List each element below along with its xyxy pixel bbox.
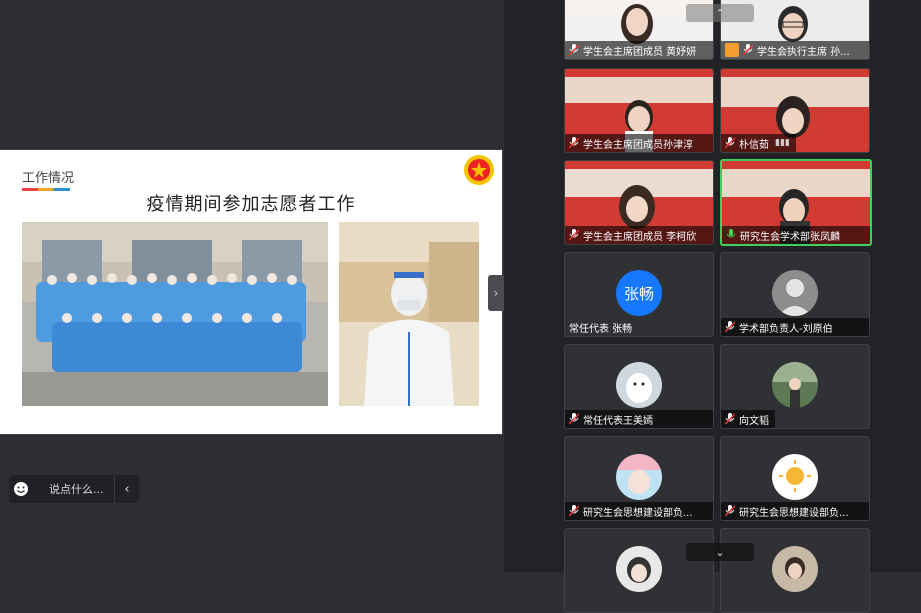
mic-muted-icon [569,44,579,56]
avatar: 张畅 [616,270,662,316]
participant-label: 学生会主席团成员孙津淳 [565,134,713,152]
participant-label: 研究生会学术部张凤麟 [722,226,870,244]
avatar [772,454,818,500]
avatar [772,546,818,592]
mic-muted-icon [569,413,579,425]
participant-tile[interactable]: 学术部负责人-刘原伯 [720,252,870,337]
avatar [616,546,662,592]
mic-active-icon [726,229,736,238]
main-stage: 工作情况 疫情期间参加志愿者工作 › 说点什么... ‹ [0,0,504,572]
participant-tile[interactable] [720,528,870,613]
participant-label: 常任代表王美嫣 [565,410,713,428]
mic-muted-icon [725,413,735,425]
participant-label: 朴信茹 ▮▮▮ [721,134,796,152]
emoji-icon[interactable] [9,475,33,503]
participant-label: 学生会执行主席 孙... [721,41,869,59]
youth-league-emblem-icon [464,155,494,185]
scroll-up-button[interactable]: ⌃ [686,4,754,22]
chat-bar: 说点什么... ‹ [9,475,139,503]
participant-tile[interactable]: 学生会主席团成员 李柯欣 [564,160,714,245]
avatar [772,362,818,408]
participant-label: 常任代表 张畅 [569,323,633,335]
panel-collapse-handle[interactable]: › [488,275,504,311]
participant-tile[interactable]: 学生会主席团成员孙津淳 [564,68,714,153]
participant-tile[interactable]: 常任代表王美嫣 [564,344,714,429]
participant-panel: 学生会主席团成员 黄妤妍 学生会执行主席 孙... 学生会主席团成员孙津淳 朴信… [504,0,921,613]
chat-input[interactable]: 说点什么... [49,481,104,497]
participant-tile[interactable]: 研究生会思想建设部负... [564,436,714,521]
participant-label: 学生会主席团成员 黄妤妍 [565,41,713,59]
mic-muted-icon [725,137,735,149]
chevron-left-icon[interactable]: ‹ [114,475,139,503]
mic-muted-icon [725,321,735,333]
participant-label: 学术部负责人-刘原伯 [721,318,869,336]
participant-tile[interactable]: 研究生会思想建设部负... [720,436,870,521]
participant-label: 研究生会思想建设部负... [721,502,869,520]
shared-slide: 工作情况 疫情期间参加志愿者工作 [0,150,502,434]
slide-title: 疫情期间参加志愿者工作 [146,194,356,215]
participant-tile[interactable]: 向文韬 [720,344,870,429]
mic-muted-icon [743,44,753,56]
participant-label: 学生会主席团成员 李柯欣 [565,226,713,244]
avatar [616,362,662,408]
participant-label: 向文韬 [721,410,775,428]
participant-tile[interactable] [564,528,714,613]
mic-muted-icon [569,505,579,517]
participant-tile[interactable]: 朴信茹 ▮▮▮ [720,68,870,153]
signal-icon: ▮▮▮ [775,138,790,148]
host-icon [725,43,739,57]
avatar [772,270,818,316]
participant-tile-speaking[interactable]: 研究生会学术部张凤麟 [720,159,872,246]
volunteer-group-photo [22,222,328,406]
mic-muted-icon [569,229,579,241]
volunteer-ppe-photo [339,222,479,406]
participant-tile[interactable]: 张畅 常任代表 张畅 [564,252,714,337]
avatar [616,454,662,500]
mic-muted-icon [725,505,735,517]
participant-label: 研究生会思想建设部负... [565,502,713,520]
slide-section-title: 工作情况 [22,171,75,186]
scroll-down-button[interactable]: ⌄ [686,543,754,561]
mic-muted-icon [569,137,579,149]
